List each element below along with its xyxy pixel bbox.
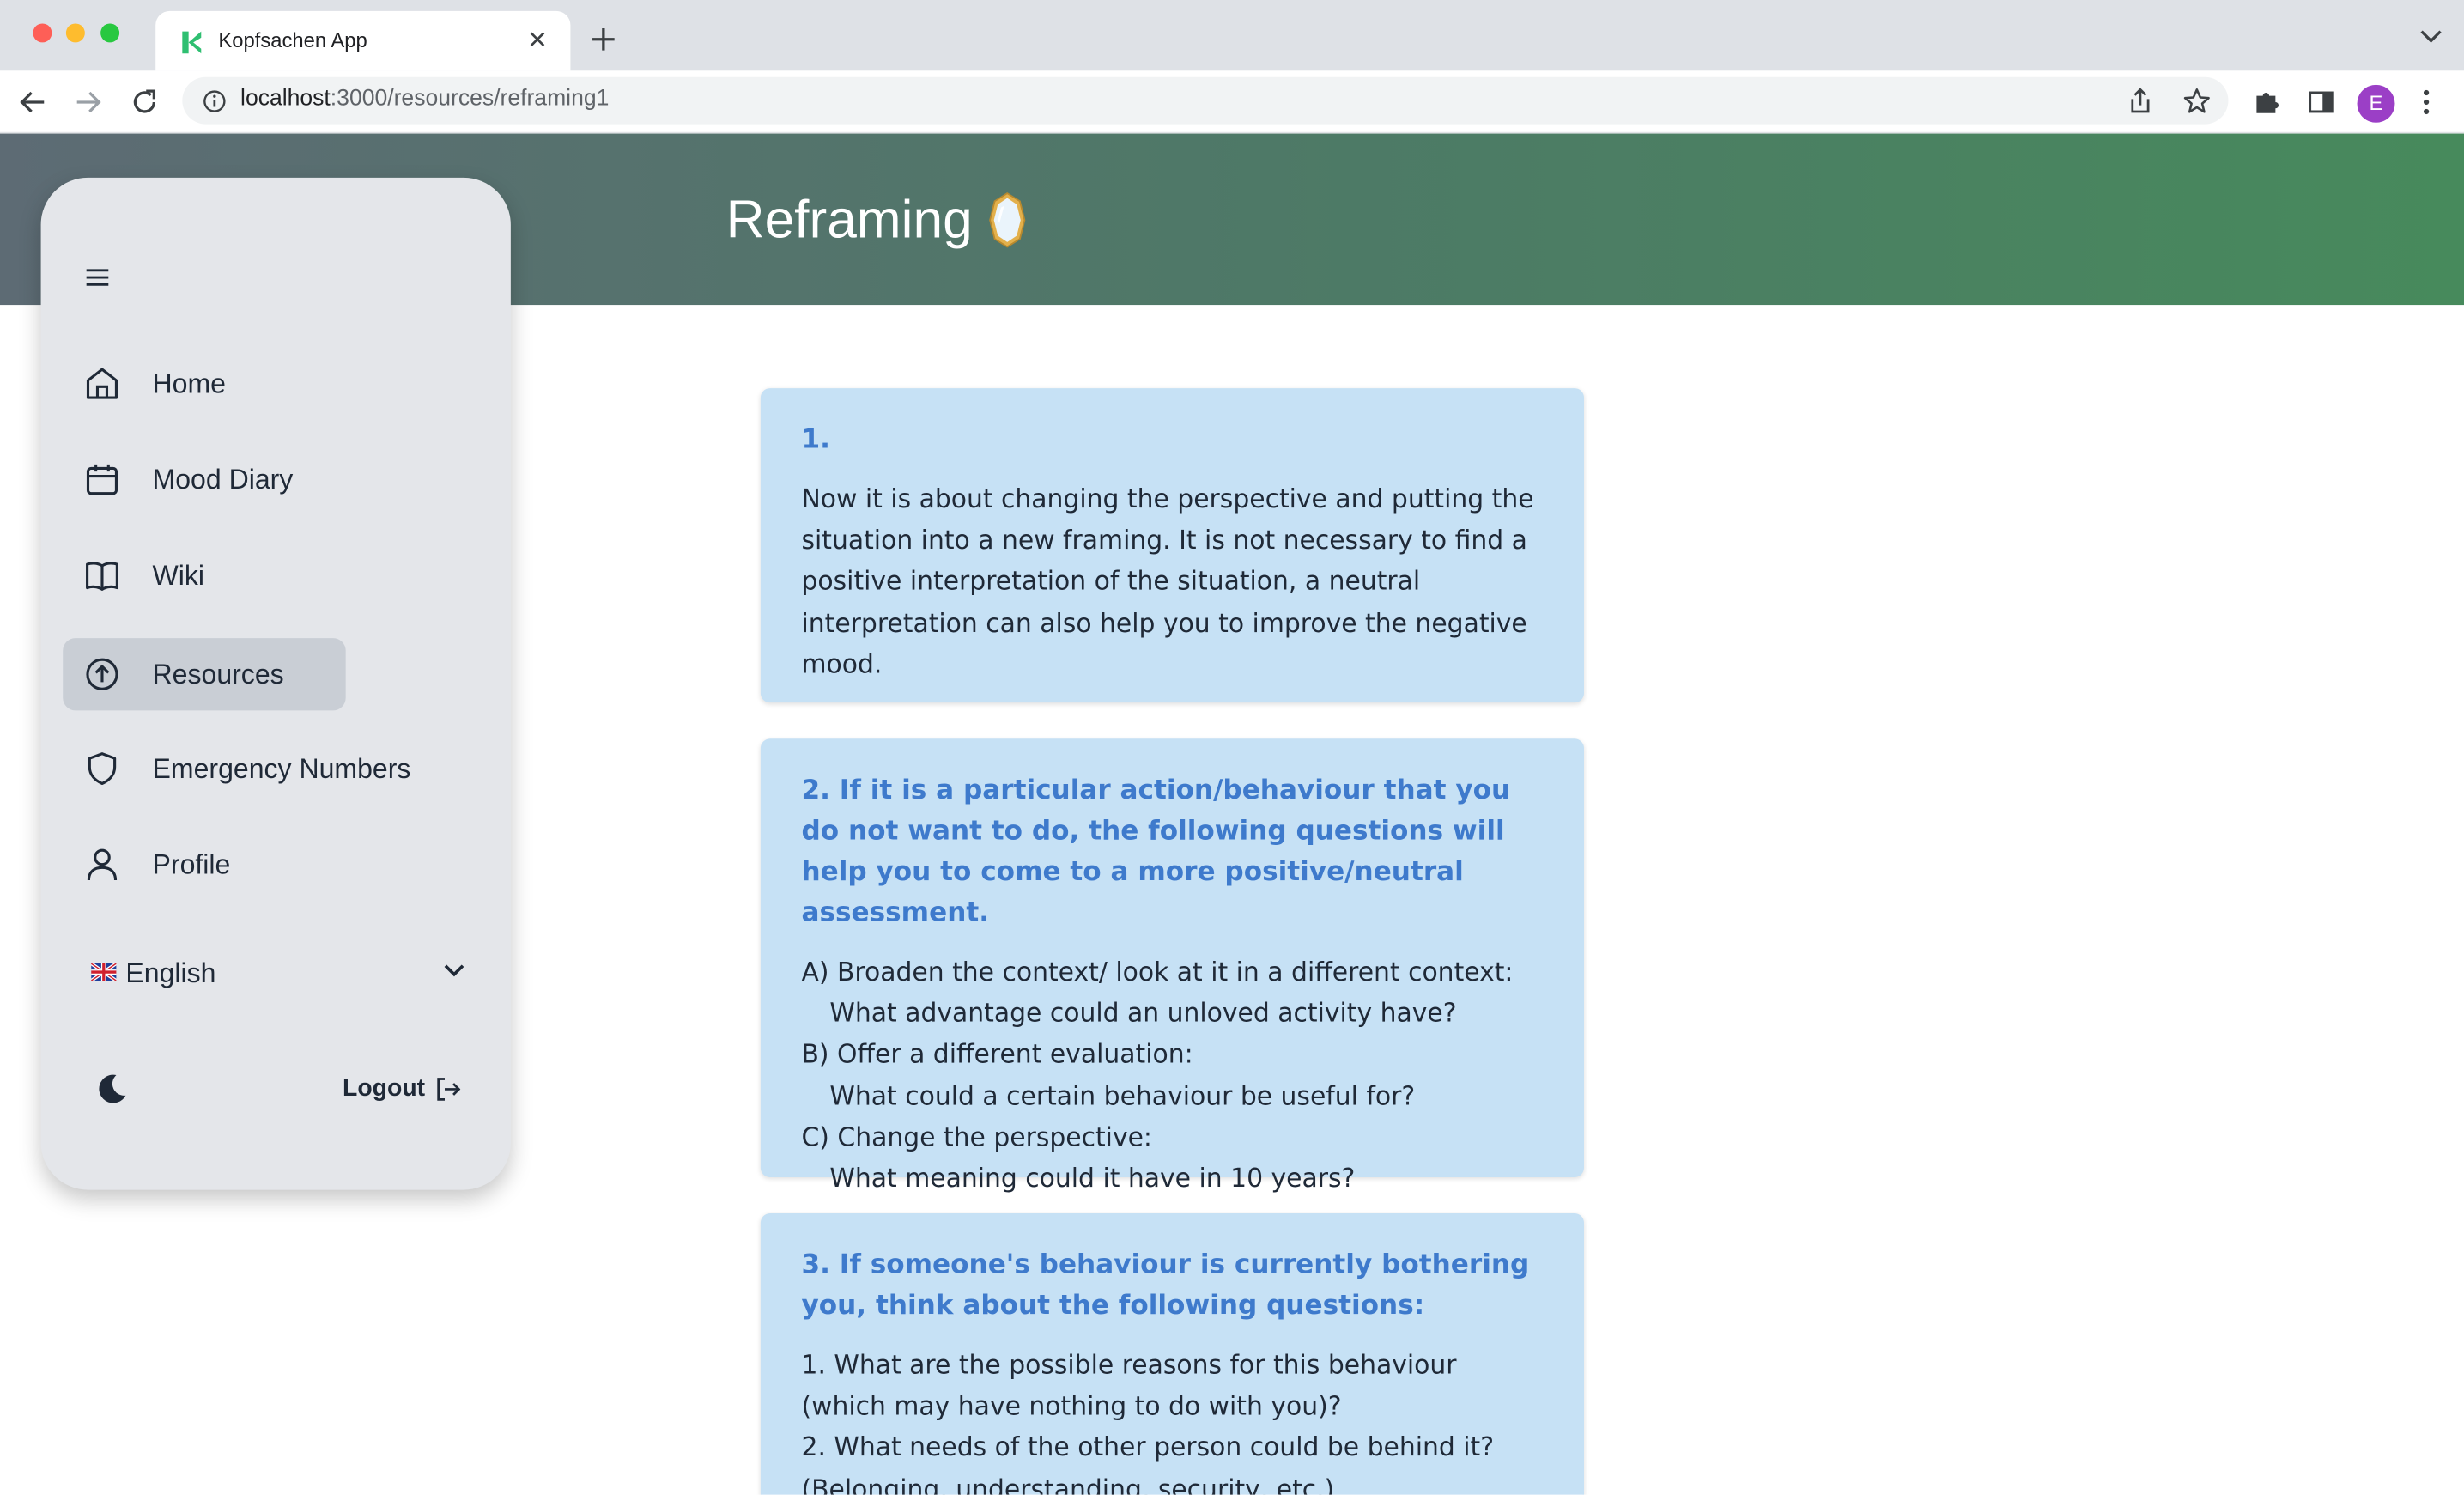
card-line: 2. What needs of the other person could … [801, 1432, 1495, 1495]
card-line: 1. What are the possible reasons for thi… [801, 1350, 1457, 1422]
share-icon[interactable] [2127, 88, 2152, 115]
language-label: English [125, 957, 216, 989]
address-bar[interactable]: localhost:3000/resources/reframing1 [182, 76, 2229, 125]
card-heading: 1. [801, 424, 830, 456]
site-info-icon[interactable] [203, 89, 226, 112]
tab-title: Kopfsachen App [218, 27, 367, 52]
card-line: B) Offer a different evaluation: [801, 1039, 1193, 1070]
sidebar-item-resources[interactable]: Resources [63, 638, 346, 711]
shield-icon [85, 751, 119, 786]
mirror-icon [986, 191, 1028, 248]
sidebar-item-label: Emergency Numbers [152, 752, 411, 785]
sidebar-item-label: Wiki [152, 559, 205, 592]
logout-button[interactable]: Logout [343, 1075, 425, 1103]
tab-search-chevron-icon[interactable] [2420, 30, 2443, 44]
chevron-down-icon [443, 963, 465, 977]
arrow-up-circle-icon [85, 657, 119, 691]
browser-tab[interactable]: Kopfsachen App [155, 10, 571, 71]
new-tab-icon[interactable] [591, 27, 616, 52]
book-icon [85, 558, 119, 593]
sidebar-item-mood-diary[interactable]: Mood Diary [63, 443, 345, 515]
card-line: C) Change the perspective: [801, 1121, 1152, 1152]
sidebar-item-label: Profile [152, 848, 231, 881]
card-line: What advantage could an unloved activity… [829, 998, 1457, 1029]
reframing-card-3: 3. If someone's behaviour is currently b… [760, 1213, 1585, 1495]
browser-menu-icon[interactable] [2422, 88, 2431, 117]
url-host: localhost [240, 86, 331, 112]
side-panel-icon[interactable] [2307, 88, 2335, 117]
card-line: What could a certain behaviour be useful… [829, 1080, 1416, 1111]
profile-avatar[interactable]: E [2357, 84, 2395, 123]
extensions-puzzle-icon[interactable] [2252, 88, 2280, 117]
card-body: Now it is about changing the perspective… [801, 483, 1534, 679]
logout-icon[interactable] [435, 1077, 461, 1102]
maximize-window-button[interactable] [100, 23, 120, 43]
home-icon [85, 366, 119, 400]
card-line: What meaning could it have in 10 years? [829, 1163, 1356, 1194]
page-title: Reframing [725, 190, 973, 251]
url-path: :3000/resources/reframing1 [330, 86, 610, 112]
close-window-button[interactable] [33, 23, 52, 43]
reload-icon[interactable] [130, 88, 159, 117]
card-heading: 2. If it is a particular action/behaviou… [801, 775, 1511, 929]
user-icon [85, 848, 119, 882]
card-line: A) Broaden the context/ look at it in a … [801, 957, 1514, 988]
uk-flag-icon [91, 963, 117, 981]
browser-tab-strip: Kopfsachen App [0, 0, 2464, 71]
sidebar-item-emergency-numbers[interactable]: Emergency Numbers [63, 732, 410, 805]
sidebar-item-label: Home [152, 368, 226, 399]
sidebar-item-profile[interactable]: Profile [63, 829, 345, 901]
sidebar-item-home[interactable]: Home [63, 348, 345, 420]
tab-close-icon[interactable] [528, 30, 547, 49]
url-text: localhost:3000/resources/reframing1 [240, 87, 609, 112]
sidebar-item-label: Resources [152, 658, 284, 690]
calendar-icon [85, 462, 119, 496]
app-favicon-icon [180, 30, 203, 55]
dark-mode-moon-icon[interactable] [94, 1072, 129, 1106]
reframing-card-2: 2. If it is a particular action/behaviou… [760, 738, 1585, 1193]
sidebar-item-wiki[interactable]: Wiki [63, 539, 345, 611]
sidebar-item-label: Mood Diary [152, 463, 294, 495]
hamburger-menu-icon[interactable] [85, 267, 110, 288]
card-heading: 3. If someone's behaviour is currently b… [801, 1249, 1530, 1322]
language-select[interactable]: English [91, 954, 468, 995]
back-arrow-icon[interactable] [19, 88, 47, 117]
browser-toolbar: localhost:3000/resources/reframing1 E [0, 70, 2464, 134]
sidebar: Home Mood Diary Wiki Resources Emergency [40, 177, 511, 1190]
minimize-window-button[interactable] [65, 23, 85, 43]
reframing-card-1: 1. Now it is about changing the perspect… [760, 388, 1585, 703]
bookmark-star-icon[interactable] [2182, 88, 2211, 115]
forward-arrow-icon[interactable] [74, 88, 102, 117]
